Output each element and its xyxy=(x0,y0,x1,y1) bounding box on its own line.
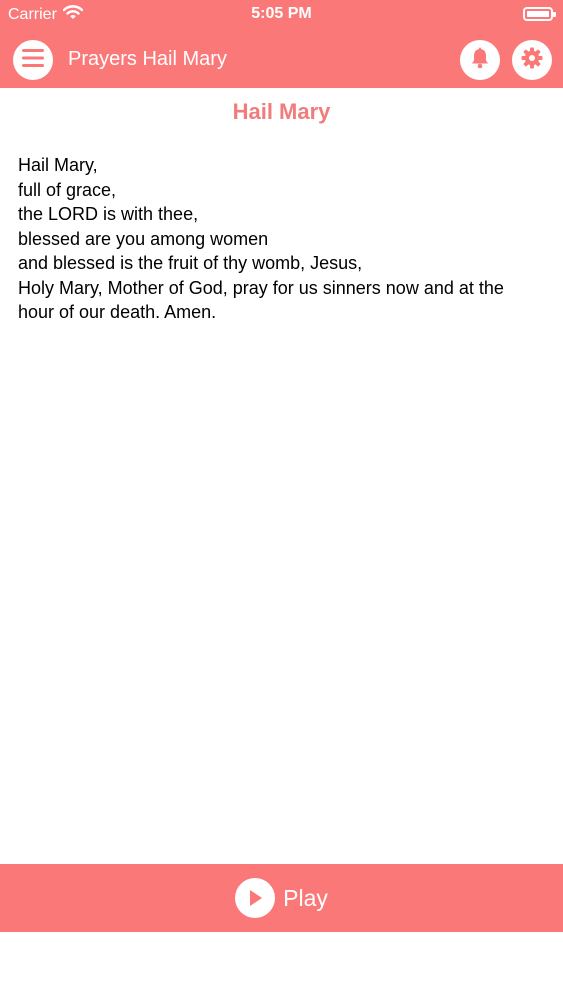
status-bar: Carrier 5:05 PM xyxy=(0,0,563,30)
nav-title: Prayers Hail Mary xyxy=(68,48,227,70)
prayer-title: Hail Mary xyxy=(232,99,331,124)
prayer-line: and blessed is the fruit of thy womb, Je… xyxy=(18,253,363,273)
prayer-line: Holy Mary, Mother of God, pray for us si… xyxy=(18,277,504,298)
prayer-line: full of grace, xyxy=(18,179,117,200)
battery-icon xyxy=(523,7,556,21)
nav-bar: Prayers Hail Mary xyxy=(0,38,563,82)
play-icon xyxy=(235,878,276,918)
app-screen: Carrier 5:05 PM Prayers Hail Mary Hail M… xyxy=(0,0,563,1000)
menu-button[interactable] xyxy=(13,40,53,80)
prayer-line: hour of our death. Amen. xyxy=(18,302,217,322)
status-time: 5:05 PM xyxy=(251,5,312,22)
prayer-line: blessed are you among women xyxy=(18,228,269,249)
header: Carrier 5:05 PM Prayers Hail Mary xyxy=(0,0,563,88)
notifications-button[interactable] xyxy=(460,40,500,80)
prayer-line: the LORD is with thee, xyxy=(18,204,199,224)
bell-icon xyxy=(470,47,490,74)
menu-icon xyxy=(22,48,44,72)
prayer-content: Hail Mary Hail Mary, full of grace, the … xyxy=(0,88,563,325)
prayer-line: Hail Mary, xyxy=(18,155,98,175)
play-button[interactable]: Play xyxy=(0,864,563,932)
gear-icon xyxy=(521,47,543,74)
prayer-text: Hail Mary, full of grace, the LORD is wi… xyxy=(0,125,563,325)
settings-button[interactable] xyxy=(512,40,552,80)
play-label: Play xyxy=(283,884,328,911)
